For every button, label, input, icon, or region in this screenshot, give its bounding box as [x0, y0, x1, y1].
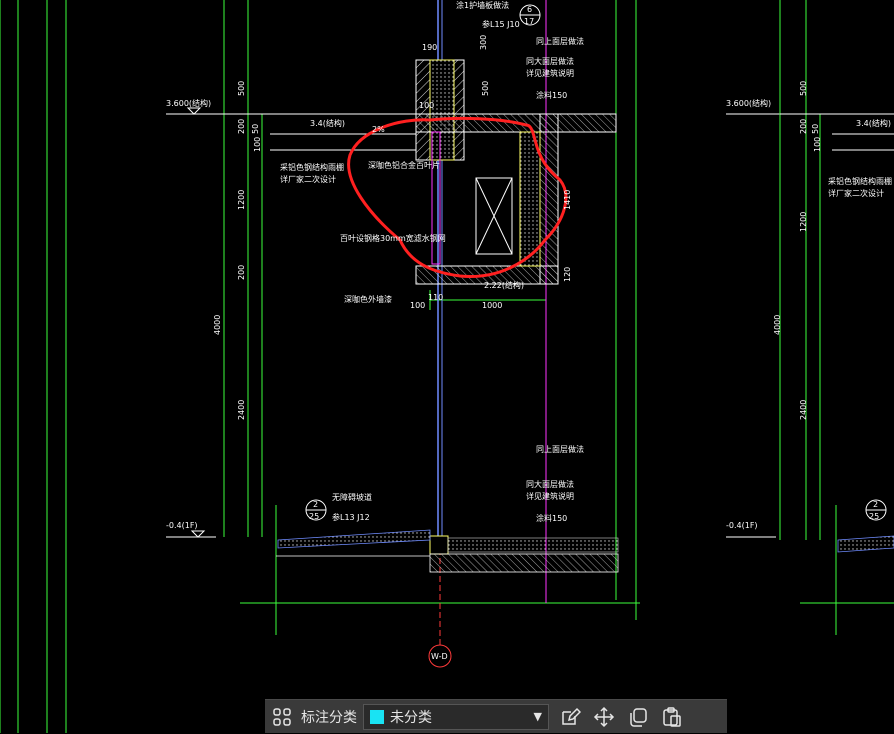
chevron-down-icon: ▼ — [533, 710, 542, 723]
right-dim-200: 200 — [799, 119, 808, 134]
right-dim-50: 50 — [811, 124, 820, 134]
note-same2: 详见建筑说明 — [526, 68, 574, 78]
right-level-3600: 3.600(结构) — [726, 98, 771, 108]
level-3-4: 3.4(结构) — [310, 118, 345, 128]
note-same4: 详见建筑说明 — [526, 491, 574, 501]
dim-4000: 4000 — [213, 315, 222, 335]
level-2-22: 2.22(结构) — [484, 280, 524, 290]
right-note: 采铝色钢结构雨棚 — [828, 176, 892, 186]
note-same1: 同大面层做法 — [526, 56, 574, 66]
edit-icon[interactable] — [553, 700, 587, 734]
ref-ground: 参L13 J12 — [332, 512, 370, 522]
cad-drawing-canvas[interactable]: 涂1护墙板做法 参L15 J10 6 17 190 300 500 500 20… — [0, 0, 894, 733]
right-dim-2400: 2400 — [799, 400, 808, 420]
note-ground: 无障碍坡道 — [332, 492, 372, 502]
axis-label: W-D — [431, 652, 448, 661]
note-s150: 涂料150 — [536, 90, 567, 100]
right-detail-num: 2 — [873, 500, 878, 509]
note-paint: 深咖色外墙漆 — [344, 294, 392, 304]
paste-icon[interactable] — [655, 700, 689, 734]
note-curtain: 采铝色钢结构雨棚 — [280, 162, 344, 172]
note-s150b: 涂料150 — [536, 513, 567, 523]
dim-1410: 1410 — [563, 190, 572, 210]
right-dim-500: 500 — [799, 81, 808, 96]
note-label1: 同上面层做法 — [536, 36, 584, 46]
category-select[interactable]: 未分类 ▼ — [363, 703, 549, 730]
category-color-swatch — [370, 709, 384, 724]
annotation-toolbar: 标注分类 未分类 ▼ — [265, 699, 727, 733]
dim-500a: 500 — [237, 81, 246, 96]
dim-50: 50 — [251, 124, 260, 134]
grid-icon[interactable] — [265, 700, 299, 734]
right-dim-100: 100 — [813, 137, 822, 152]
right-level-3-4: 3.4(结构) — [856, 118, 891, 128]
dim-200b: 200 — [237, 265, 246, 280]
move-icon[interactable] — [587, 700, 621, 734]
detail-top-sheet: 17 — [524, 17, 534, 26]
level-3600: 3.600(结构) — [166, 98, 211, 108]
detail-top-num: 6 — [527, 5, 532, 14]
dim-300: 300 — [479, 35, 488, 50]
dim-120: 120 — [563, 267, 572, 282]
dim-110: 110 — [428, 293, 443, 302]
note-top: 涂1护墙板做法 — [456, 0, 509, 10]
right-note2: 详厂家二次设计 — [828, 188, 884, 198]
right-level-minus: -0.4(1F) — [726, 521, 758, 530]
dim-190: 190 — [422, 43, 437, 52]
dim-1000: 1000 — [482, 301, 502, 310]
dim-2400: 2400 — [237, 400, 246, 420]
dim-100c: 100 — [410, 301, 425, 310]
ref-top: 参L15 J10 — [482, 19, 520, 29]
dim-100a: 100 — [253, 137, 262, 152]
copy-icon[interactable] — [621, 700, 655, 734]
level-markers — [166, 107, 780, 538]
note-same3: 同大面层做法 — [526, 479, 574, 489]
detail-bottom-sheet: 25 — [309, 512, 319, 521]
note-curtain2: 详厂家二次设计 — [280, 174, 336, 184]
slope: 2% — [372, 125, 385, 134]
dimension-lines-left — [0, 0, 640, 733]
annotation-category-label: 标注分类 — [301, 709, 357, 726]
right-detail-sheet: 25 — [869, 512, 879, 521]
right-section — [779, 0, 894, 635]
category-select-value: 未分类 — [390, 709, 432, 726]
right-dim-4000: 4000 — [773, 315, 782, 335]
note-louver: 百叶设钢格30mm宽滤水钢网 — [340, 233, 446, 243]
note-label2: 同上面层做法 — [536, 444, 584, 454]
dim-100b: 100 — [419, 101, 434, 110]
dim-500b: 500 — [481, 81, 490, 96]
right-dim-1200: 1200 — [799, 212, 808, 232]
note-alloy: 深咖色铝合金百叶片 — [368, 160, 440, 170]
dim-200a: 200 — [237, 119, 246, 134]
detail-bottom-num: 2 — [313, 500, 318, 509]
dim-1200: 1200 — [237, 190, 246, 210]
level-minus-0-4: -0.4(1F) — [166, 521, 198, 530]
